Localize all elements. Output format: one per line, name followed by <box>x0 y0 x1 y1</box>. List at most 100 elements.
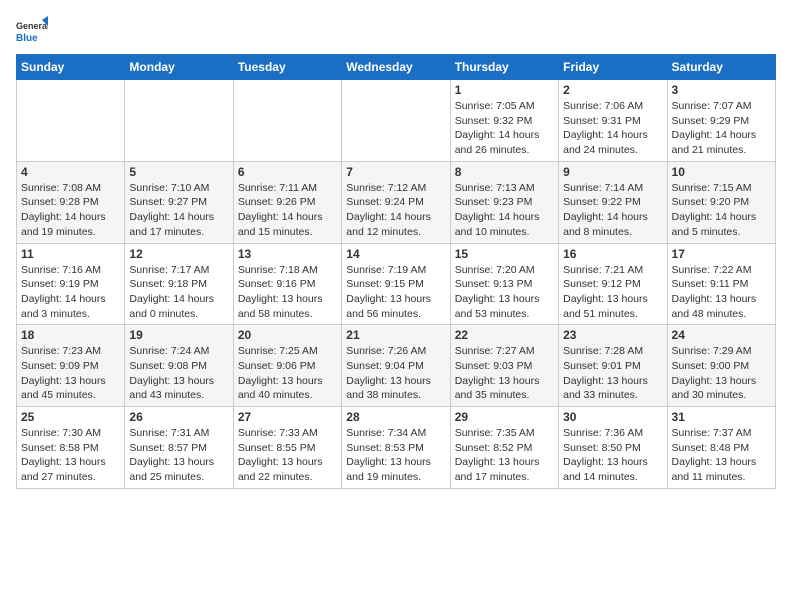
calendar-cell <box>233 80 341 162</box>
calendar-cell: 2 Sunrise: 7:06 AM Sunset: 9:31 PM Daylig… <box>559 80 667 162</box>
calendar-header-thursday: Thursday <box>450 55 558 80</box>
calendar-cell: 19 Sunrise: 7:24 AM Sunset: 9:08 PM Dayli… <box>125 325 233 407</box>
day-info: Sunrise: 7:30 AM Sunset: 8:58 PM Dayligh… <box>21 426 120 485</box>
day-number: 7 <box>346 165 445 179</box>
calendar-table: SundayMondayTuesdayWednesdayThursdayFrid… <box>16 54 776 489</box>
day-info: Sunrise: 7:11 AM Sunset: 9:26 PM Dayligh… <box>238 181 337 240</box>
logo-container: General Blue <box>16 16 48 48</box>
logo: General Blue <box>16 16 48 48</box>
day-number: 9 <box>563 165 662 179</box>
calendar-cell: 14 Sunrise: 7:19 AM Sunset: 9:15 PM Dayli… <box>342 243 450 325</box>
day-number: 25 <box>21 410 120 424</box>
day-info: Sunrise: 7:21 AM Sunset: 9:12 PM Dayligh… <box>563 263 662 322</box>
header: General Blue <box>16 16 776 48</box>
calendar-week-1: 1 Sunrise: 7:05 AM Sunset: 9:32 PM Daylig… <box>17 80 776 162</box>
calendar-cell: 12Sunrise: 7:17 AM Sunset: 9:18 PM Dayli… <box>125 243 233 325</box>
calendar-cell: 4 Sunrise: 7:08 AM Sunset: 9:28 PM Daylig… <box>17 161 125 243</box>
day-info: Sunrise: 7:36 AM Sunset: 8:50 PM Dayligh… <box>563 426 662 485</box>
day-info: Sunrise: 7:34 AM Sunset: 8:53 PM Dayligh… <box>346 426 445 485</box>
day-info: Sunrise: 7:25 AM Sunset: 9:06 PM Dayligh… <box>238 344 337 403</box>
day-info: Sunrise: 7:35 AM Sunset: 8:52 PM Dayligh… <box>455 426 554 485</box>
day-number: 14 <box>346 247 445 261</box>
day-info: Sunrise: 7:33 AM Sunset: 8:55 PM Dayligh… <box>238 426 337 485</box>
calendar-cell: 29 Sunrise: 7:35 AM Sunset: 8:52 PM Dayli… <box>450 407 558 489</box>
day-number: 30 <box>563 410 662 424</box>
day-number: 21 <box>346 328 445 342</box>
day-info: Sunrise: 7:07 AM Sunset: 9:29 PM Dayligh… <box>672 99 771 158</box>
calendar-cell: 17 Sunrise: 7:22 AM Sunset: 9:11 PM Dayli… <box>667 243 775 325</box>
day-info: Sunrise: 7:15 AM Sunset: 9:20 PM Dayligh… <box>672 181 771 240</box>
day-info: Sunrise: 7:19 AM Sunset: 9:15 PM Dayligh… <box>346 263 445 322</box>
day-number: 5 <box>129 165 228 179</box>
day-number: 16 <box>563 247 662 261</box>
day-info: Sunrise: 7:31 AM Sunset: 8:57 PM Dayligh… <box>129 426 228 485</box>
calendar-header-monday: Monday <box>125 55 233 80</box>
calendar-cell: 5 Sunrise: 7:10 AM Sunset: 9:27 PM Daylig… <box>125 161 233 243</box>
day-number: 29 <box>455 410 554 424</box>
calendar-header-row: SundayMondayTuesdayWednesdayThursdayFrid… <box>17 55 776 80</box>
day-number: 12 <box>129 247 228 261</box>
calendar-cell: 25 Sunrise: 7:30 AM Sunset: 8:58 PM Dayli… <box>17 407 125 489</box>
calendar-cell: 11 Sunrise: 7:16 AM Sunset: 9:19 PM Dayli… <box>17 243 125 325</box>
calendar-cell: 6 Sunrise: 7:11 AM Sunset: 9:26 PM Daylig… <box>233 161 341 243</box>
calendar-cell: 31 Sunrise: 7:37 AM Sunset: 8:48 PM Dayli… <box>667 407 775 489</box>
day-info: Sunrise: 7:22 AM Sunset: 9:11 PM Dayligh… <box>672 263 771 322</box>
calendar-cell: 8Sunrise: 7:13 AM Sunset: 9:23 PM Daylig… <box>450 161 558 243</box>
day-info: Sunrise: 7:24 AM Sunset: 9:08 PM Dayligh… <box>129 344 228 403</box>
day-number: 13 <box>238 247 337 261</box>
calendar-week-2: 4 Sunrise: 7:08 AM Sunset: 9:28 PM Daylig… <box>17 161 776 243</box>
calendar-cell <box>125 80 233 162</box>
day-info: Sunrise: 7:14 AM Sunset: 9:22 PM Dayligh… <box>563 181 662 240</box>
calendar-cell: 18 Sunrise: 7:23 AM Sunset: 9:09 PM Dayli… <box>17 325 125 407</box>
day-info: Sunrise: 7:26 AM Sunset: 9:04 PM Dayligh… <box>346 344 445 403</box>
calendar-header-sunday: Sunday <box>17 55 125 80</box>
calendar-cell: 28 Sunrise: 7:34 AM Sunset: 8:53 PM Dayli… <box>342 407 450 489</box>
day-info: Sunrise: 7:08 AM Sunset: 9:28 PM Dayligh… <box>21 181 120 240</box>
day-number: 22 <box>455 328 554 342</box>
calendar-cell: 22 Sunrise: 7:27 AM Sunset: 9:03 PM Dayli… <box>450 325 558 407</box>
calendar-cell: 3Sunrise: 7:07 AM Sunset: 9:29 PM Daylig… <box>667 80 775 162</box>
calendar-cell: 16 Sunrise: 7:21 AM Sunset: 9:12 PM Dayli… <box>559 243 667 325</box>
day-info: Sunrise: 7:10 AM Sunset: 9:27 PM Dayligh… <box>129 181 228 240</box>
calendar-cell: 10Sunrise: 7:15 AM Sunset: 9:20 PM Dayli… <box>667 161 775 243</box>
calendar-header-tuesday: Tuesday <box>233 55 341 80</box>
day-number: 28 <box>346 410 445 424</box>
day-number: 11 <box>21 247 120 261</box>
calendar-cell: 24Sunrise: 7:29 AM Sunset: 9:00 PM Dayli… <box>667 325 775 407</box>
day-number: 23 <box>563 328 662 342</box>
day-number: 31 <box>672 410 771 424</box>
calendar-cell: 13 Sunrise: 7:18 AM Sunset: 9:16 PM Dayli… <box>233 243 341 325</box>
svg-text:Blue: Blue <box>16 33 38 44</box>
day-info: Sunrise: 7:18 AM Sunset: 9:16 PM Dayligh… <box>238 263 337 322</box>
day-number: 20 <box>238 328 337 342</box>
calendar-cell: 27 Sunrise: 7:33 AM Sunset: 8:55 PM Dayli… <box>233 407 341 489</box>
day-info: Sunrise: 7:28 AM Sunset: 9:01 PM Dayligh… <box>563 344 662 403</box>
day-number: 1 <box>455 83 554 97</box>
calendar-cell: 26Sunrise: 7:31 AM Sunset: 8:57 PM Dayli… <box>125 407 233 489</box>
day-info: Sunrise: 7:20 AM Sunset: 9:13 PM Dayligh… <box>455 263 554 322</box>
day-info: Sunrise: 7:37 AM Sunset: 8:48 PM Dayligh… <box>672 426 771 485</box>
day-info: Sunrise: 7:27 AM Sunset: 9:03 PM Dayligh… <box>455 344 554 403</box>
calendar-week-4: 18 Sunrise: 7:23 AM Sunset: 9:09 PM Dayli… <box>17 325 776 407</box>
day-number: 4 <box>21 165 120 179</box>
calendar-week-3: 11 Sunrise: 7:16 AM Sunset: 9:19 PM Dayli… <box>17 243 776 325</box>
day-number: 18 <box>21 328 120 342</box>
day-number: 17 <box>672 247 771 261</box>
calendar-cell <box>17 80 125 162</box>
day-number: 6 <box>238 165 337 179</box>
day-info: Sunrise: 7:05 AM Sunset: 9:32 PM Dayligh… <box>455 99 554 158</box>
svg-text:General: General <box>16 21 48 31</box>
calendar-cell: 9 Sunrise: 7:14 AM Sunset: 9:22 PM Daylig… <box>559 161 667 243</box>
day-info: Sunrise: 7:23 AM Sunset: 9:09 PM Dayligh… <box>21 344 120 403</box>
day-number: 27 <box>238 410 337 424</box>
day-info: Sunrise: 7:06 AM Sunset: 9:31 PM Dayligh… <box>563 99 662 158</box>
calendar-cell: 7 Sunrise: 7:12 AM Sunset: 9:24 PM Daylig… <box>342 161 450 243</box>
day-number: 2 <box>563 83 662 97</box>
day-number: 19 <box>129 328 228 342</box>
day-info: Sunrise: 7:12 AM Sunset: 9:24 PM Dayligh… <box>346 181 445 240</box>
calendar-cell: 23 Sunrise: 7:28 AM Sunset: 9:01 PM Dayli… <box>559 325 667 407</box>
calendar-header-wednesday: Wednesday <box>342 55 450 80</box>
calendar-header-friday: Friday <box>559 55 667 80</box>
calendar-cell: 15Sunrise: 7:20 AM Sunset: 9:13 PM Dayli… <box>450 243 558 325</box>
day-info: Sunrise: 7:16 AM Sunset: 9:19 PM Dayligh… <box>21 263 120 322</box>
